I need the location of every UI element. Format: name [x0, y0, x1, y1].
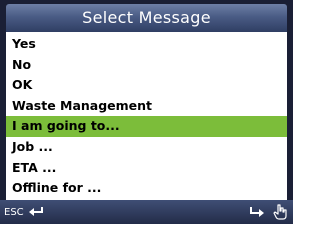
list-item-no[interactable]: No — [6, 55, 287, 76]
return-arrow-icon — [28, 206, 44, 218]
enter-arrow-icon[interactable] — [249, 206, 265, 218]
device-screen: Select Message Yes No OK Waste Managemen… — [0, 0, 293, 224]
list-item-job[interactable]: Job ... — [6, 137, 287, 158]
list-item-i-am-going-to[interactable]: I am going to... — [6, 116, 287, 137]
footer-bar: ESC — [0, 200, 293, 224]
footer-actions — [249, 203, 287, 221]
list-item-eta[interactable]: ETA ... — [6, 158, 287, 179]
message-list: Yes No OK Waste Management I am going to… — [6, 32, 287, 200]
list-item-offline-for[interactable]: Offline for ... — [6, 178, 287, 199]
list-item-ok[interactable]: OK — [6, 75, 287, 96]
list-item-yes[interactable]: Yes — [6, 34, 287, 55]
esc-label: ESC — [4, 206, 24, 218]
list-item-waste-management[interactable]: Waste Management — [6, 96, 287, 117]
esc-button[interactable]: ESC — [4, 203, 44, 221]
page-title: Select Message — [6, 4, 287, 32]
hand-pointer-icon[interactable] — [273, 204, 287, 220]
